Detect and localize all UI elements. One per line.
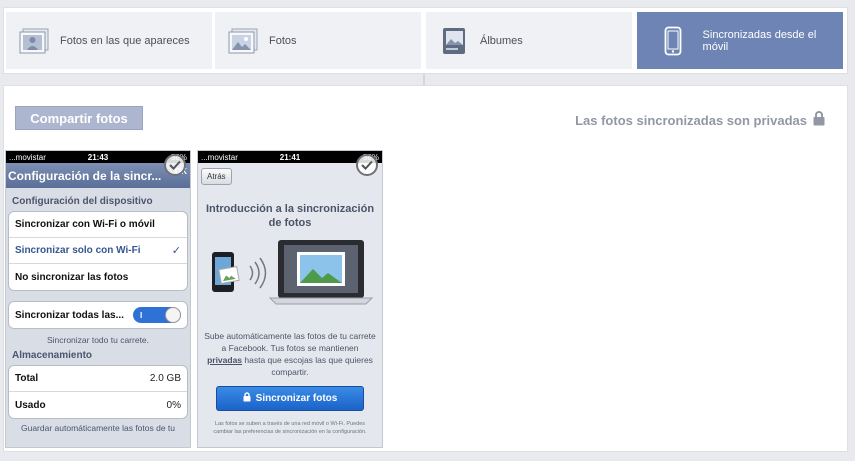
tab-label: Álbumes	[480, 34, 523, 47]
lock-icon	[243, 392, 251, 405]
phone-status-bar: ...movistar 21:41 58%	[198, 151, 382, 163]
footer-note: Guardar automáticamente las fotos de tu	[20, 423, 176, 433]
list-item: Sincronizar todas las... I	[9, 302, 187, 328]
tab-photos-of-you[interactable]: Fotos en las que apareces	[6, 12, 212, 69]
sync-photos-button: Sincronizar fotos	[216, 386, 364, 411]
checkmark-icon: ✓	[171, 245, 181, 257]
album-icon	[438, 27, 470, 55]
synced-photo-thumbnail[interactable]: ...movistar 21:43 58% Configuración de l…	[5, 150, 191, 448]
person-photo-icon	[18, 27, 50, 55]
storage-group: Total 2.0 GB Usado 0%	[8, 365, 188, 419]
intro-description: Sube automáticamente las fotos de tu car…	[204, 331, 376, 377]
photos-icon	[227, 27, 259, 55]
list-item: Usado 0%	[15, 399, 181, 411]
sync-options-group: Sincronizar con Wi-Fi o móvil Sincroniza…	[8, 211, 188, 291]
private-note-text: Las fotos sincronizadas son privadas	[575, 112, 807, 128]
tab-synced-from-mobile[interactable]: Sincronizadas desde el móvil	[637, 12, 843, 69]
section-header: Configuración del dispositivo	[12, 196, 153, 207]
select-check-icon[interactable]	[356, 154, 378, 176]
list-item: No sincronizar las fotos	[15, 271, 129, 283]
tab-albums[interactable]: Álbumes	[426, 12, 632, 69]
list-item: Sincronizar con Wi-Fi o móvil	[9, 212, 187, 238]
private-photos-note: Las fotos sincronizadas son privadas	[575, 111, 825, 129]
section-header: Almacenamiento	[12, 350, 93, 361]
synced-photos-panel: Compartir fotos Las fotos sincronizadas …	[3, 85, 848, 452]
list-item: Total 2.0 GB	[9, 366, 187, 392]
tab-label: Fotos en las que apareces	[60, 34, 190, 47]
settings-nav-bar: Configuración de la sincr... OK	[6, 163, 190, 188]
photos-tab-bar: Fotos en las que apareces Fotos Álbumes	[3, 7, 848, 74]
tab-photos[interactable]: Fotos	[215, 12, 421, 69]
nav-title: Configuración de la sincr...	[8, 168, 162, 183]
sync-all-group: Sincronizar todas las... I	[8, 301, 188, 329]
sync-all-note: Sincronizar todo tu carrete.	[46, 335, 150, 345]
tab-label: Fotos	[269, 34, 297, 47]
phone-status-bar: ...movistar 21:43 58%	[6, 151, 190, 163]
intro-title: Introducción a la sincronización de foto…	[205, 203, 375, 229]
tab-connector	[423, 74, 425, 85]
intro-nav-bar: Atrás	[198, 163, 382, 188]
select-check-icon[interactable]	[164, 154, 186, 176]
lock-icon	[813, 111, 825, 129]
mobile-phone-icon	[657, 26, 689, 55]
share-photos-button[interactable]: Compartir fotos	[15, 106, 143, 130]
page-bottom	[3, 452, 848, 461]
list-item: Sincronizar solo con Wi-Fi ✓	[9, 238, 187, 264]
sync-illustration	[198, 230, 382, 330]
synced-photo-thumbnail[interactable]: ...movistar 21:41 58% Atrás Introducción…	[197, 150, 383, 448]
fine-print: Las fotos se suben a través de una red m…	[213, 421, 367, 435]
tab-label: Sincronizadas desde el móvil	[702, 28, 817, 53]
back-button: Atrás	[201, 168, 232, 185]
sync-all-toggle: I	[133, 307, 181, 323]
